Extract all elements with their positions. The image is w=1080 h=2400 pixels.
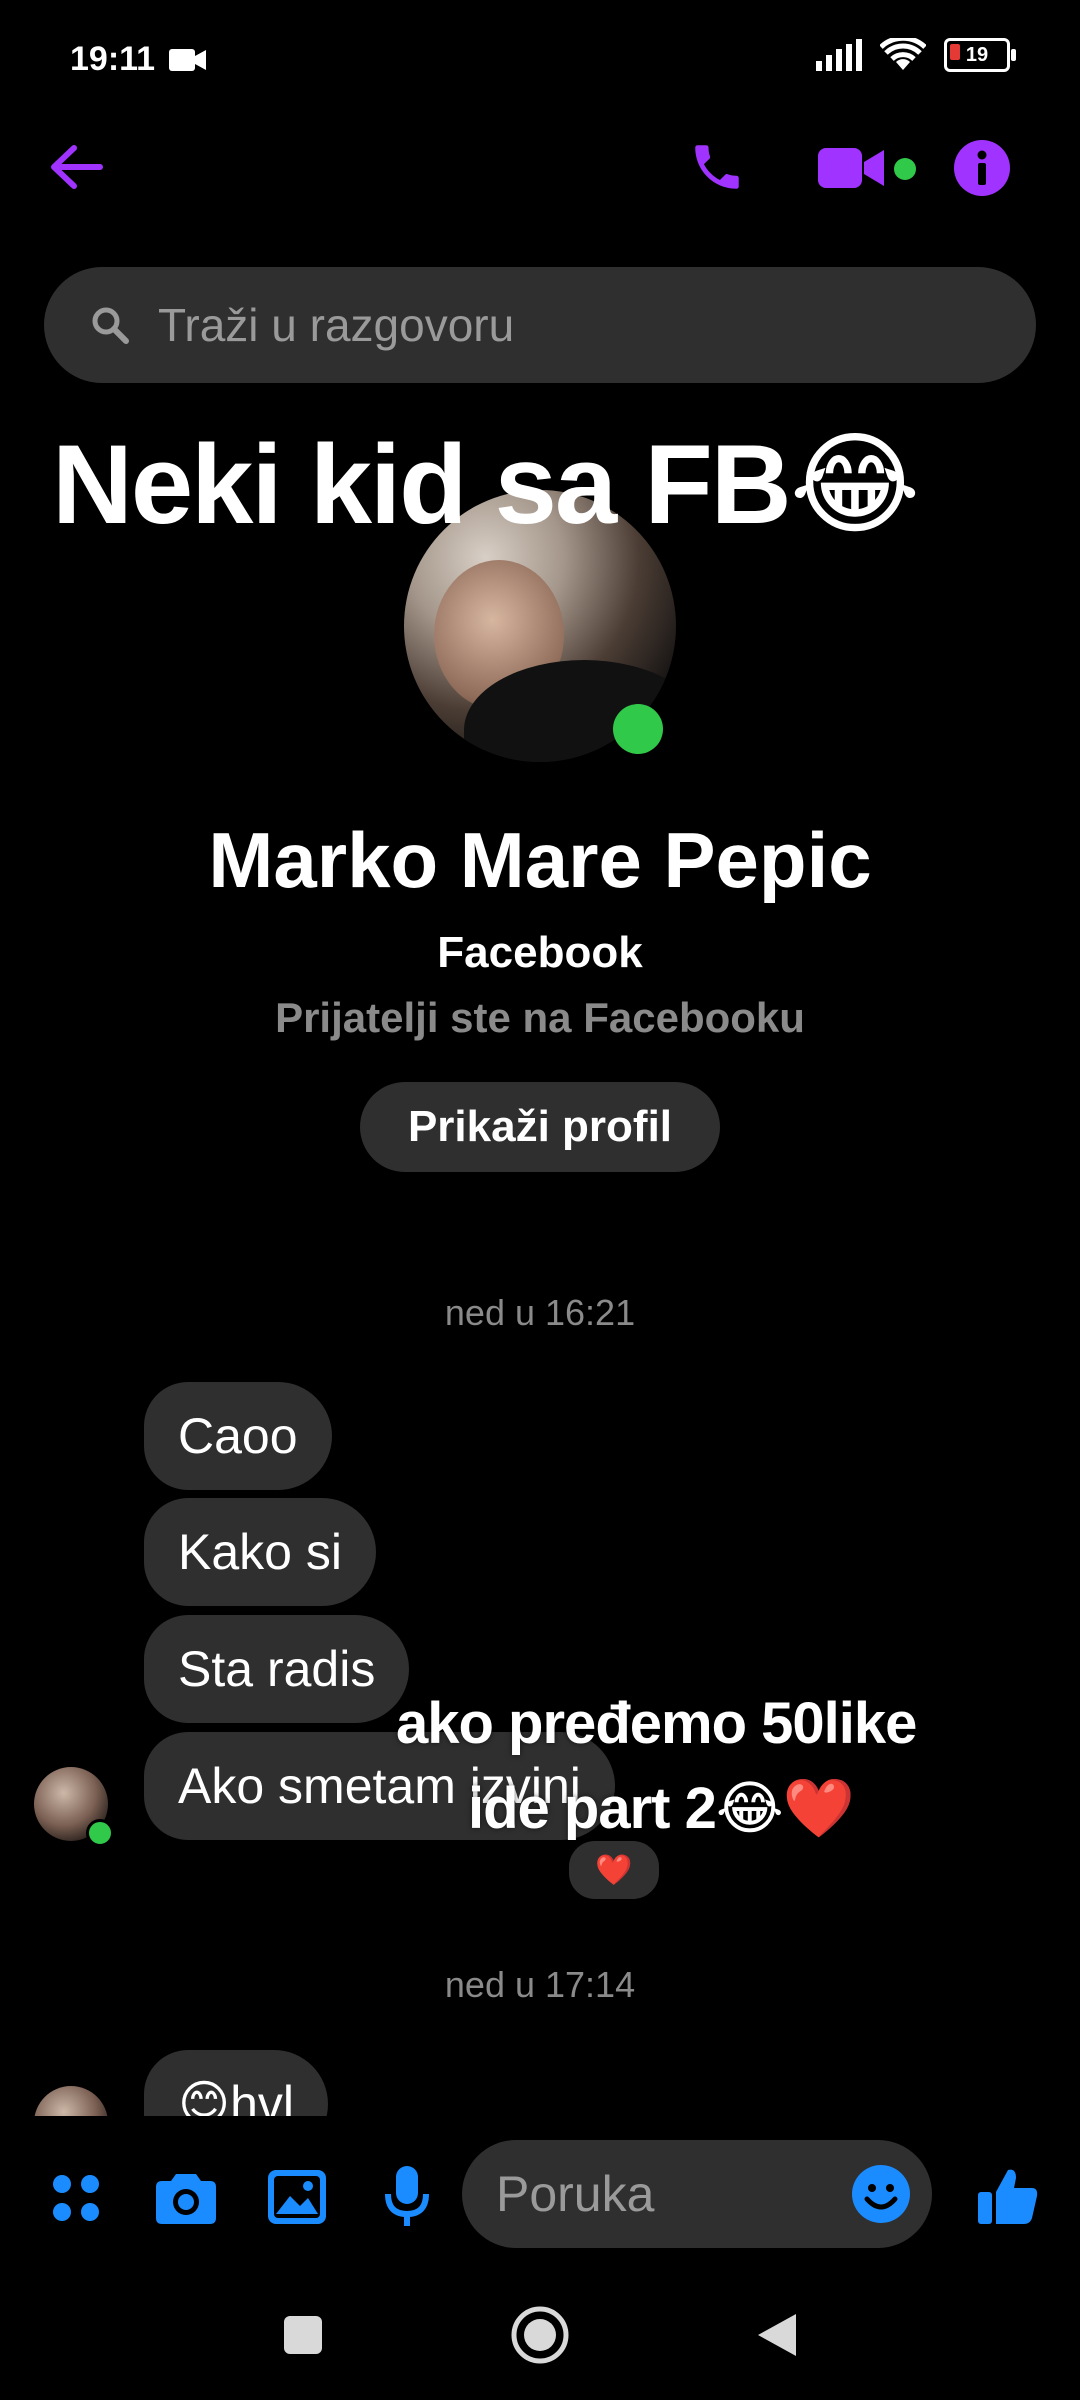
reaction-emoji: ❤️	[595, 1853, 633, 1887]
battery-level: 19	[965, 43, 989, 66]
sender-avatar[interactable]	[34, 2086, 108, 2116]
contact-platform: Facebook	[437, 928, 643, 977]
online-status-dot	[613, 704, 663, 754]
gallery-icon[interactable]	[268, 2170, 326, 2224]
contact-name: Marko Mare Pepic	[208, 816, 872, 904]
message-bubble[interactable]: Kako si	[144, 1498, 376, 1606]
message-input-placeholder: Poruka	[496, 2166, 655, 2222]
search-placeholder: Traži u razgovoru	[158, 299, 515, 351]
friendship-status: Prijatelji ste na Facebooku	[275, 994, 805, 1041]
message-bubble[interactable]: Caoo	[144, 1382, 332, 1490]
message-input[interactable]: Poruka	[462, 2140, 932, 2248]
video-record-icon	[168, 49, 206, 71]
conversation-search[interactable]: Traži u razgovoru	[44, 267, 1036, 383]
emoji-icon[interactable]	[852, 2165, 910, 2223]
phone-icon[interactable]	[688, 138, 746, 196]
wifi-icon	[880, 38, 926, 70]
microphone-icon[interactable]	[384, 2166, 430, 2228]
back-button[interactable]	[756, 2312, 798, 2358]
status-icons: 19	[816, 38, 1016, 72]
message-timestamp: ned u 16:21	[444, 1292, 636, 1333]
camera-icon[interactable]	[156, 2170, 216, 2224]
search-icon	[92, 307, 129, 344]
status-time-text: 19:11	[70, 40, 156, 78]
partial-message-row: 😊hvl	[0, 2050, 1080, 2116]
recent-apps-button[interactable]	[284, 2316, 322, 2354]
video-online-dot	[894, 158, 916, 180]
message-bubble[interactable]: Sta radis	[144, 1615, 410, 1723]
info-icon[interactable]	[954, 140, 1010, 196]
heart-reaction[interactable]: ❤️	[566, 1838, 662, 1902]
apps-grid-icon[interactable]	[50, 2172, 102, 2224]
sender-online-dot	[86, 1819, 114, 1847]
home-button[interactable]	[510, 2305, 570, 2365]
message-timestamp: ned u 17:14	[444, 1964, 636, 2005]
overlay-title: Neki kid sa FB😂	[52, 422, 920, 547]
thumbs-up-icon[interactable]	[978, 2166, 1038, 2226]
video-call-icon[interactable]	[818, 146, 884, 190]
battery-icon: 19	[944, 38, 1016, 72]
overlay-caption-line1: ako pređemo 50like	[396, 1691, 917, 1756]
back-arrow-icon[interactable]	[48, 142, 104, 192]
view-profile-button[interactable]: Prikaži profil	[360, 1082, 720, 1172]
overlay-caption-line2: ide part 2😂❤️	[468, 1776, 855, 1841]
message-bubble[interactable]: 😊hvl	[144, 2050, 329, 2116]
status-time: 19:11	[70, 40, 207, 79]
signal-icon	[816, 39, 862, 71]
